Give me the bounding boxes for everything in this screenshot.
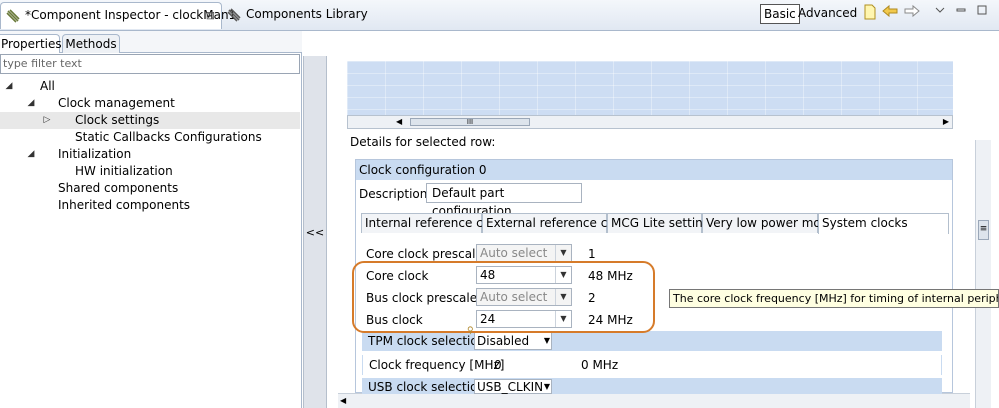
usb-clock-selection-label: USB clock selection bbox=[368, 380, 486, 394]
tab-very-low-power-mode[interactable]: Very low power mode bbox=[702, 213, 836, 233]
description-field[interactable]: Default part configuration bbox=[426, 183, 582, 218]
core-clock-prescaler-value: 1 bbox=[588, 247, 596, 261]
view-menu-icon[interactable] bbox=[932, 4, 948, 20]
details-vertical-scrollbar[interactable]: ≡ bbox=[975, 140, 991, 408]
advanced-mode-button[interactable]: Advanced bbox=[798, 4, 857, 24]
tab-mcg-lite-settings[interactable]: MCG Lite settings bbox=[607, 213, 717, 233]
clock-frequency-label: Clock frequency [MHz] bbox=[369, 358, 505, 372]
expand-toggle-icon[interactable]: ◢ bbox=[26, 95, 36, 112]
usb-clock-selection-row: USB clock selection USB_CLKIN ▼ bbox=[362, 378, 942, 394]
tree-item-label: Inherited components bbox=[58, 198, 191, 212]
core-clock-prescaler-label: Core clock prescaler bbox=[366, 247, 488, 261]
back-arrow-icon[interactable] bbox=[882, 4, 898, 20]
expand-toggle-icon[interactable]: ▷ bbox=[42, 112, 52, 129]
tab-methods[interactable]: Methods bbox=[62, 34, 120, 53]
mouse-cursor-icon: ♀ bbox=[467, 326, 474, 336]
core-clock-tooltip: The core clock frequency [MHz] for timin… bbox=[669, 289, 999, 308]
tpm-clock-selection-label: TPM clock selection bbox=[368, 334, 486, 348]
tree-item-label: Clock settings bbox=[75, 113, 160, 127]
details-area: ◀ III ▶ Details for selected row: Clock … bbox=[328, 31, 999, 408]
highlight-outline bbox=[352, 261, 655, 333]
tab-component-inspector-label: *Component Inspector - clockMan1 bbox=[25, 8, 237, 22]
expand-toggle-icon[interactable]: ◢ bbox=[26, 146, 36, 163]
tree-item-label: Clock management bbox=[58, 96, 175, 110]
scroll-left-icon[interactable]: ◀ bbox=[340, 396, 346, 405]
core-clock-prescaler-select: Auto select ▼ bbox=[476, 244, 572, 262]
tab-component-inspector[interactable]: *Component Inspector - clockMan1 ⊠ bbox=[0, 2, 236, 29]
tree-item-label: HW initialization bbox=[75, 164, 173, 178]
basic-mode-button[interactable]: Basic bbox=[760, 4, 800, 24]
tab-external-reference-clock[interactable]: External reference clock bbox=[482, 213, 632, 233]
tree-item-hw-initialization[interactable]: HW initialization bbox=[0, 163, 300, 180]
clock-frequency-value: 0 bbox=[494, 358, 502, 372]
maximize-icon[interactable] bbox=[974, 4, 990, 20]
minimize-icon[interactable] bbox=[953, 4, 969, 20]
settings-table bbox=[347, 61, 953, 115]
clock-frequency-row: Clock frequency [MHz] 0 0 MHz bbox=[362, 355, 942, 375]
tree-item-all[interactable]: ◢ All bbox=[0, 78, 300, 95]
chevron-down-icon[interactable]: ▼ bbox=[544, 380, 550, 394]
chevron-down-icon: ▼ bbox=[555, 245, 571, 261]
tab-properties[interactable]: Properties bbox=[0, 34, 62, 53]
new-file-icon[interactable] bbox=[862, 4, 878, 20]
panel-splitter[interactable]: << bbox=[303, 56, 327, 408]
components-library-icon bbox=[227, 8, 241, 22]
tree-item-clock-settings[interactable]: ▷ Clock settings bbox=[0, 112, 300, 129]
properties-panel: Properties Methods type filter text ◢ Al… bbox=[0, 31, 302, 408]
tree-item-label: Initialization bbox=[58, 147, 132, 161]
description-label: Description bbox=[359, 187, 428, 201]
tree-item-label: Static Callbacks Configurations bbox=[75, 130, 262, 144]
details-horizontal-scrollbar[interactable]: ◀ bbox=[338, 393, 970, 408]
scroll-right-icon[interactable]: ▶ bbox=[943, 117, 949, 126]
tree-item-inherited-components[interactable]: Inherited components bbox=[0, 197, 300, 214]
tab-components-library-label: Components Library bbox=[246, 7, 368, 21]
chevron-down-icon[interactable]: ▼ bbox=[544, 333, 550, 349]
forward-arrow-icon[interactable] bbox=[904, 4, 920, 20]
properties-tabs: Properties Methods bbox=[0, 31, 302, 53]
tree-item-label: All bbox=[40, 79, 55, 93]
tree-item-shared-components[interactable]: Shared components bbox=[0, 180, 300, 197]
tree-item-static-callbacks[interactable]: Static Callbacks Configurations bbox=[0, 129, 300, 146]
tree-item-initialization[interactable]: ◢ Initialization bbox=[0, 146, 300, 163]
close-icon[interactable]: ⊠ bbox=[206, 3, 215, 28]
usb-clock-selection-select[interactable]: USB_CLKIN ▼ bbox=[474, 379, 552, 394]
table-horizontal-scrollbar[interactable]: ◀ III ▶ bbox=[347, 115, 953, 129]
clock-frequency-mhz: 0 MHz bbox=[581, 358, 619, 372]
details-label: Details for selected row: bbox=[350, 135, 496, 149]
scroll-thumb[interactable]: III bbox=[410, 118, 530, 126]
scroll-left-icon[interactable]: ◀ bbox=[396, 117, 402, 126]
select-value: Auto select bbox=[480, 246, 548, 260]
tree-item-clock-management[interactable]: ◢ Clock management bbox=[0, 95, 300, 112]
tab-system-clocks[interactable]: System clocks bbox=[818, 213, 949, 234]
select-value: Disabled bbox=[477, 334, 530, 348]
tab-components-library[interactable]: Components Library bbox=[222, 2, 368, 29]
property-tree: ◢ All ◢ Clock management ▷ Clock setting… bbox=[0, 78, 300, 214]
expand-toggle-icon[interactable]: ◢ bbox=[4, 78, 14, 95]
tree-item-label: Shared components bbox=[58, 181, 179, 195]
config-title: Clock configuration 0 bbox=[356, 160, 952, 180]
select-value: USB_CLKIN bbox=[477, 380, 544, 394]
clock-subtabs: Internal reference clock External refere… bbox=[361, 213, 949, 234]
tpm-clock-selection-select[interactable]: Disabled ▼ bbox=[474, 332, 552, 350]
scroll-thumb[interactable]: ≡ bbox=[978, 220, 989, 240]
tpm-clock-selection-row: TPM clock selection Disabled ▼ bbox=[362, 331, 942, 351]
tab-internal-reference-clock[interactable]: Internal reference clock bbox=[361, 213, 507, 233]
filter-input[interactable]: type filter text bbox=[0, 54, 300, 74]
editor-tab-bar: *Component Inspector - clockMan1 ⊠ Compo… bbox=[0, 0, 999, 31]
component-inspector-icon bbox=[6, 9, 20, 23]
collapse-panel-button[interactable]: << bbox=[304, 226, 326, 239]
